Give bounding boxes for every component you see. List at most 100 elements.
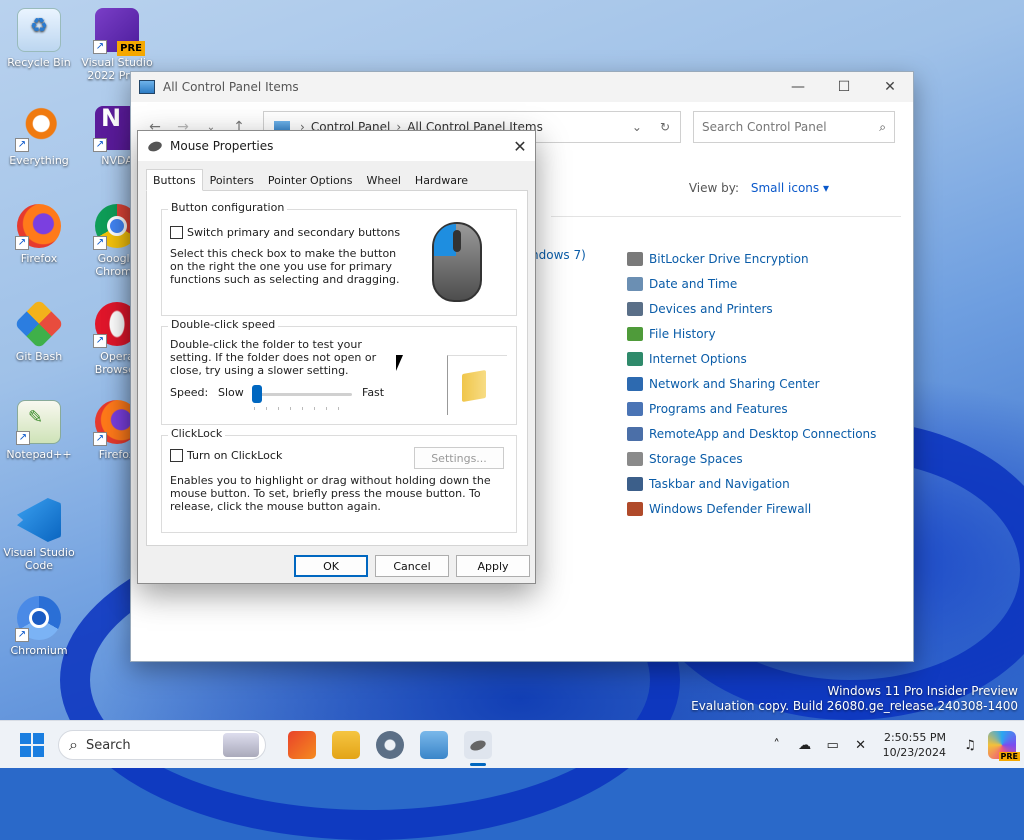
speed-label: Speed:	[170, 386, 209, 399]
cp-item-label: Date and Time	[649, 276, 738, 291]
desktop-icon-everything[interactable]: ↗ Everything	[0, 106, 78, 167]
mouse-icon	[146, 139, 164, 153]
tab-wheel[interactable]: Wheel	[359, 169, 407, 191]
control-panel-taskbar-icon[interactable]	[420, 731, 448, 759]
tab-pointer-options[interactable]: Pointer Options	[261, 169, 360, 191]
shortcut-arrow-icon: ↗	[16, 431, 30, 445]
chevron-down-icon[interactable]: ⌄	[632, 120, 642, 134]
close-icon[interactable]: ✕	[505, 137, 535, 156]
refresh-icon[interactable]: ↻	[660, 120, 670, 134]
file-explorer-icon[interactable]	[332, 731, 360, 759]
pre-badge: PRE	[998, 752, 1020, 761]
folder-icon[interactable]	[462, 369, 486, 403]
desktop-icon-notepadpp[interactable]: ✎ ↗ Notepad++	[0, 400, 78, 461]
desktop-icon-git-bash[interactable]: Git Bash	[0, 299, 78, 363]
slider-thumb[interactable]	[252, 385, 262, 403]
clicklock-settings-button[interactable]: Settings...	[414, 447, 504, 469]
desktop-icon-label: Recycle Bin	[7, 56, 71, 69]
network-icon[interactable]: ▭	[819, 738, 847, 753]
tab-buttons[interactable]: Buttons	[146, 169, 203, 191]
storage-icon	[627, 451, 643, 466]
tab-pointers[interactable]: Pointers	[203, 169, 261, 191]
file-history-icon	[627, 326, 643, 341]
partial-item-text[interactable]: ndows 7)	[531, 248, 586, 262]
globe-icon	[627, 351, 643, 366]
cp-item-label: Windows Defender Firewall	[649, 501, 812, 516]
desktop-icon-label: Everything	[9, 154, 69, 167]
view-by-label: View by:	[688, 181, 740, 195]
shortcut-arrow-icon: ↗	[15, 236, 29, 250]
git-bash-icon	[14, 299, 64, 349]
search-control-panel-input[interactable]: Search Control Panel ⌕	[693, 111, 895, 143]
shortcut-arrow-icon: ↗	[93, 236, 107, 250]
cp-item-label: BitLocker Drive Encryption	[649, 251, 809, 266]
desktop-icon-chromium[interactable]: ↗ Chromium	[0, 596, 78, 657]
cp-item-label: File History	[649, 326, 716, 341]
mouse-properties-titlebar[interactable]: Mouse Properties ✕	[138, 131, 535, 161]
clicklock-description: Enables you to highlight or drag without…	[170, 474, 491, 513]
cp-item-date-time[interactable]: Date and Time	[627, 271, 876, 296]
maximize-button[interactable]: ☐	[821, 72, 867, 102]
cp-item-remoteapp[interactable]: RemoteApp and Desktop Connections	[627, 421, 876, 446]
slow-label: Slow	[218, 386, 244, 399]
clicklock-legend: ClickLock	[168, 427, 226, 440]
start-button[interactable]	[20, 733, 44, 757]
clicklock-checkbox[interactable]: Turn on ClickLock	[170, 449, 282, 462]
cp-item-bitlocker[interactable]: BitLocker Drive Encryption	[627, 246, 876, 271]
desktop-icon-recycle-bin[interactable]: ♻ Recycle Bin	[0, 8, 78, 69]
chevron-up-icon[interactable]: ˄	[763, 738, 791, 753]
taskbar-clock[interactable]: 2:50:55 PM 10/23/2024	[883, 730, 946, 760]
watermark-line-2: Evaluation copy. Build 26080.ge_release.…	[691, 699, 1018, 713]
notification-bell-icon[interactable]: ♫	[956, 738, 984, 753]
clock-date: 10/23/2024	[882, 746, 946, 759]
cp-item-internet-options[interactable]: Internet Options	[627, 346, 876, 371]
apply-button[interactable]: Apply	[456, 555, 530, 577]
cp-item-file-history[interactable]: File History	[627, 321, 876, 346]
test-folder-area[interactable]	[447, 355, 507, 415]
desktop-icon-label: Chromium	[10, 644, 68, 657]
cp-item-label: Devices and Printers	[649, 301, 773, 316]
copilot-icon[interactable]: PRE	[988, 731, 1020, 761]
vscode-icon	[17, 498, 61, 542]
cp-item-label: Network and Sharing Center	[649, 376, 820, 391]
cp-item-network-sharing[interactable]: Network and Sharing Center	[627, 371, 876, 396]
cancel-button[interactable]: Cancel	[375, 555, 449, 577]
buttons-tab-panel: Button configuration Switch primary and …	[146, 190, 528, 546]
mouse-properties-taskbar-icon[interactable]	[464, 731, 492, 766]
volume-muted-icon[interactable]: ✕	[847, 738, 875, 753]
desktop-icon-vscode[interactable]: Visual Studio Code	[0, 498, 78, 572]
firefox-icon: ↗	[15, 204, 61, 250]
cp-item-defender-firewall[interactable]: Windows Defender Firewall	[627, 496, 876, 521]
cp-item-devices-printers[interactable]: Devices and Printers	[627, 296, 876, 321]
desktop-icon-label: Notepad++	[6, 448, 72, 461]
cp-item-storage-spaces[interactable]: Storage Spaces	[627, 446, 876, 471]
desktop-icon-label: Git Bash	[15, 350, 63, 363]
control-panel-titlebar[interactable]: All Control Panel Items — ☐ ✕	[131, 72, 913, 102]
desktop-icon-firefox[interactable]: ↗ Firefox	[0, 204, 78, 265]
cloud-icon[interactable]: ☁	[791, 738, 819, 753]
chromium-icon: ↗	[15, 596, 61, 642]
switch-buttons-checkbox[interactable]: Switch primary and secondary buttons	[170, 226, 400, 239]
bitlocker-icon	[627, 251, 643, 266]
search-highlight-icon	[223, 733, 259, 757]
view-by-dropdown[interactable]: Small icons ▾	[751, 181, 829, 195]
control-panel-title: All Control Panel Items	[163, 80, 299, 94]
control-panel-app-icon	[139, 80, 155, 94]
mouse-properties-dialog: Mouse Properties ✕ Buttons Pointers Poin…	[137, 130, 536, 584]
close-button[interactable]: ✕	[867, 72, 913, 102]
taskbar-app-icon[interactable]	[288, 731, 316, 759]
taskbar-search-box[interactable]: ⌕ Search	[58, 730, 266, 760]
cp-item-programs-features[interactable]: Programs and Features	[627, 396, 876, 421]
everything-search-icon: ↗	[15, 106, 61, 152]
shortcut-arrow-icon: ↗	[15, 628, 29, 642]
shortcut-arrow-icon: ↗	[93, 40, 107, 54]
checkbox-unchecked[interactable]	[170, 226, 183, 239]
ok-button[interactable]: OK	[294, 555, 368, 577]
cp-item-taskbar-navigation[interactable]: Taskbar and Navigation	[627, 471, 876, 496]
checkbox-unchecked[interactable]	[170, 449, 183, 462]
double-click-speed-slider[interactable]	[252, 385, 352, 403]
mouse-properties-title: Mouse Properties	[170, 139, 274, 153]
minimize-button[interactable]: —	[775, 72, 821, 102]
tab-hardware[interactable]: Hardware	[408, 169, 475, 191]
settings-gear-icon[interactable]	[376, 731, 404, 759]
